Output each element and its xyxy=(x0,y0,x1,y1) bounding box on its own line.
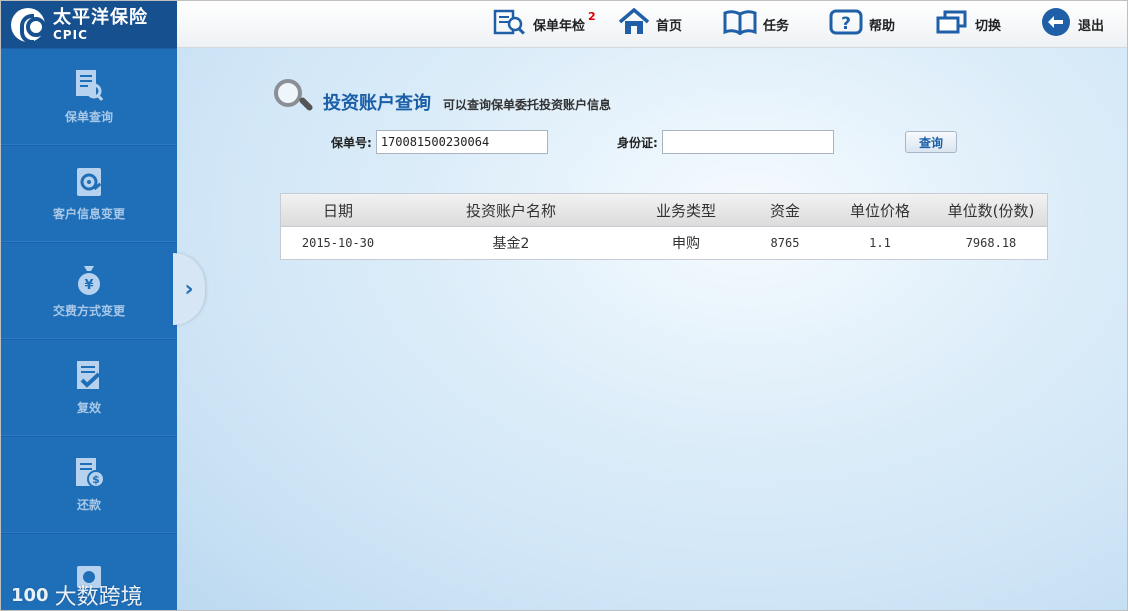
customer-info-icon xyxy=(72,165,106,199)
sidebar-item-repayment[interactable]: $ 还款 xyxy=(1,436,177,533)
home-icon xyxy=(618,7,650,40)
id-card-input[interactable] xyxy=(661,130,834,154)
document-dollar-icon: $ xyxy=(72,456,106,490)
nav-policy-annual-check[interactable]: 保单年检 2 xyxy=(493,9,596,39)
sidebar-item-label: 交费方式变更 xyxy=(52,304,125,318)
policy-number-input[interactable] xyxy=(375,130,548,154)
column-header-units: 单位数(份数) xyxy=(947,201,1035,220)
book-icon xyxy=(723,9,757,39)
brand-logo: 太平洋保险 CPIC xyxy=(1,1,177,48)
column-header-date: 日期 xyxy=(322,201,353,220)
policy-search-icon xyxy=(493,9,527,39)
sidebar-item-label: 还款 xyxy=(76,498,101,512)
svg-text:$: $ xyxy=(92,473,100,486)
page-header: 投资账户查询 可以查询保单委托投资账户信息 xyxy=(271,76,611,118)
sidebar-item-label: 复效 xyxy=(76,401,101,415)
exit-icon xyxy=(1040,7,1072,41)
policy-number-row: 保单号: xyxy=(331,130,548,154)
policy-number-label: 保单号: xyxy=(331,135,372,150)
nav-label: 退出 xyxy=(1078,18,1105,34)
nav-task[interactable]: 任务 xyxy=(723,9,789,39)
id-card-row: 身份证: xyxy=(617,130,834,154)
cell-account-name: 基金2 xyxy=(492,236,530,252)
main-content: 投资账户查询 可以查询保单委托投资账户信息 保单号: 身份证: 查询 日期 投资… xyxy=(177,48,1127,610)
table-header: 日期 投资账户名称 业务类型 资金 单位价格 单位数(份数) xyxy=(281,194,1047,227)
nav-switch[interactable]: 切换 xyxy=(935,9,1001,39)
cell-units: 7968.18 xyxy=(965,236,1017,250)
sidebar-item-reinstatement[interactable]: 复效 xyxy=(1,339,177,436)
document-search-icon xyxy=(72,68,106,102)
sidebar-item-label: 客户信息变更 xyxy=(52,207,125,221)
table-row[interactable]: 2015-10-30 基金2 申购 8765 1.1 7968.18 xyxy=(281,227,1047,259)
sidebar-item-policy-query[interactable]: 保单查询 xyxy=(1,48,177,145)
app-window: 太平洋保险 CPIC 保单查询 客户信息变更 ¥ 交费方式变更 复效 $ 还款 … xyxy=(0,0,1128,611)
sidebar: 太平洋保险 CPIC 保单查询 客户信息变更 ¥ 交费方式变更 复效 $ 还款 xyxy=(1,1,177,610)
sidebar-item-label: 保单查询 xyxy=(64,110,113,124)
cell-unit-price: 1.1 xyxy=(869,236,891,250)
sidebar-item-payment-method[interactable]: ¥ 交费方式变更 xyxy=(1,242,177,339)
column-header-unit-price: 单位价格 xyxy=(849,201,910,220)
document-check-icon xyxy=(72,359,106,393)
cell-business-type: 申购 xyxy=(672,236,700,252)
nav-label: 切换 xyxy=(975,18,1002,34)
nav-label: 保单年检 xyxy=(533,18,586,34)
help-icon: ? xyxy=(829,8,863,40)
nav-exit[interactable]: 退出 xyxy=(1040,7,1105,41)
switch-window-icon xyxy=(935,9,969,39)
notification-badge: 2 xyxy=(588,9,596,23)
sidebar-item-customer-info[interactable]: 客户信息变更 xyxy=(1,145,177,242)
nav-label: 任务 xyxy=(763,18,790,34)
page-title: 投资账户查询 xyxy=(323,93,431,114)
magnifier-icon xyxy=(271,76,315,118)
cell-funds: 8765 xyxy=(770,236,800,250)
svg-text:¥: ¥ xyxy=(84,278,93,293)
watermark: 100 大数跨境 xyxy=(11,579,143,611)
column-header-account-name: 投资账户名称 xyxy=(465,201,556,220)
nav-help[interactable]: ? 帮助 xyxy=(829,9,895,39)
investment-account-table: 日期 投资账户名称 业务类型 资金 单位价格 单位数(份数) 2015-10-3… xyxy=(280,193,1048,260)
id-card-label: 身份证: xyxy=(617,135,658,150)
column-header-funds: 资金 xyxy=(769,201,800,220)
query-button[interactable]: 查询 xyxy=(905,131,957,153)
watermark-text: 大数跨境 xyxy=(54,585,143,610)
brand-name-cn: 太平洋保险 xyxy=(53,6,148,28)
top-toolbar: 保单年检 2 首页 任务 ? 帮助 切换 退出 xyxy=(177,1,1127,48)
cell-date: 2015-10-30 xyxy=(301,236,375,250)
watermark-mark: 100 xyxy=(11,584,49,606)
nav-label: 首页 xyxy=(656,18,683,34)
brand-name-en: CPIC xyxy=(53,27,88,42)
column-header-business-type: 业务类型 xyxy=(655,201,716,220)
sidebar-menu: 保单查询 客户信息变更 ¥ 交费方式变更 复效 $ 还款 xyxy=(1,48,177,610)
chevron-right-icon: › xyxy=(184,276,194,302)
money-bag-icon: ¥ xyxy=(72,262,106,296)
svg-text:?: ? xyxy=(841,14,851,34)
page-description: 可以查询保单委托投资账户信息 xyxy=(443,97,612,112)
nav-home[interactable]: 首页 xyxy=(618,7,683,40)
nav-label: 帮助 xyxy=(869,18,896,34)
cpic-logo-icon xyxy=(11,7,46,44)
